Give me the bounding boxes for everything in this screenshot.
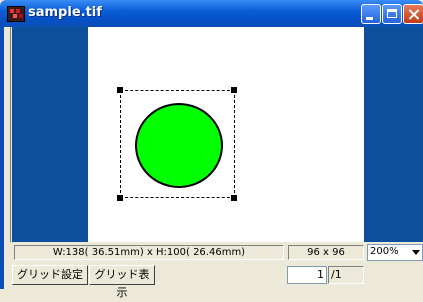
resize-handle-bottom-right[interactable] <box>231 195 237 201</box>
resize-handle-bottom-left[interactable] <box>117 195 123 201</box>
close-icon <box>404 5 423 23</box>
resize-handle-top-right[interactable] <box>231 87 237 93</box>
maximize-button[interactable] <box>382 4 402 24</box>
page-number-input[interactable]: 1 <box>287 266 327 284</box>
image-size-readout: W:138( 36.51mm) x H:100( 26.46mm) <box>14 245 284 260</box>
resolution-readout: 96 x 96 <box>288 245 364 260</box>
page-total: /1 <box>328 266 364 284</box>
grid-display-button[interactable]: グリッド表示 <box>89 265 155 299</box>
resize-handle-top-left[interactable] <box>117 87 123 93</box>
chevron-down-icon[interactable] <box>412 250 420 255</box>
maximize-icon <box>383 5 401 23</box>
minimize-button[interactable] <box>361 4 381 24</box>
minimize-icon <box>362 5 380 23</box>
window-title: sample.tif <box>28 5 102 20</box>
zoom-select[interactable]: 200% <box>367 244 423 261</box>
close-button[interactable] <box>403 4 423 24</box>
selection-box[interactable] <box>120 90 235 198</box>
grid-settings-button[interactable]: グリッド設定 <box>12 265 88 285</box>
title-bar[interactable]: sample.tif <box>0 0 423 27</box>
zoom-value: 200% <box>370 246 399 257</box>
left-ruler <box>4 27 11 242</box>
image-file-icon[interactable] <box>7 6 25 22</box>
